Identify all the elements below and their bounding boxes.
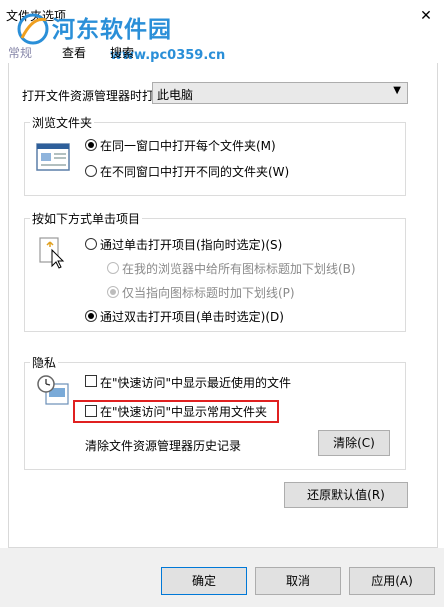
tab-general[interactable]: 常规: [8, 42, 58, 64]
privacy-title: 隐私: [30, 354, 59, 371]
radio-underline-all[interactable]: [107, 262, 119, 274]
same-window-label[interactable]: 在同一窗口中打开每个文件夹(M): [100, 137, 276, 154]
radio-underline-point[interactable]: [107, 286, 119, 298]
radio-single-click[interactable]: [85, 238, 97, 250]
tab-view[interactable]: 查看: [62, 42, 96, 64]
tab-search[interactable]: 搜索: [110, 42, 144, 64]
clear-history-label: 清除文件资源管理器历史记录: [85, 439, 242, 453]
browse-folders-title: 浏览文件夹: [30, 114, 95, 131]
open-explorer-select[interactable]: 此电脑 ▼: [152, 82, 408, 104]
recent-files-checkbox[interactable]: [85, 375, 97, 387]
frequent-folders-checkbox[interactable]: [85, 405, 97, 417]
new-window-label[interactable]: 在不同窗口中打开不同的文件夹(W): [100, 163, 289, 180]
recent-files-label[interactable]: 在"快速访问"中显示最近使用的文件: [100, 374, 291, 391]
watermark-title: 河东软件园: [52, 17, 172, 43]
clock-document-icon: [37, 375, 69, 405]
chevron-down-icon: ▼: [393, 85, 401, 96]
window-icon: [36, 143, 70, 171]
cancel-button[interactable]: 取消: [255, 567, 341, 595]
double-click-label[interactable]: 通过双击打开项目(单击时选定)(D): [100, 308, 284, 325]
restore-defaults-button[interactable]: 还原默认值(R): [284, 482, 408, 508]
browse-folders-group: [24, 122, 406, 196]
click-items-title: 按如下方式单击项目: [30, 210, 143, 227]
radio-same-window[interactable]: [85, 139, 97, 151]
open-explorer-label: 打开文件资源管理器时打: [22, 89, 155, 103]
underline-point-label[interactable]: 仅当指向图标标题时加下划线(P): [122, 284, 295, 301]
frequent-folders-label[interactable]: 在"快速访问"中显示常用文件夹: [100, 403, 267, 420]
radio-new-window[interactable]: [85, 165, 97, 177]
single-click-label[interactable]: 通过单击打开项目(指向时选定)(S): [100, 236, 282, 253]
clear-button[interactable]: 清除(C): [318, 430, 390, 456]
radio-double-click[interactable]: [85, 310, 97, 322]
underline-all-label[interactable]: 在我的浏览器中给所有图标标题加下划线(B): [122, 260, 356, 277]
pointer-click-icon: [39, 237, 65, 269]
ok-button[interactable]: 确定: [161, 567, 247, 595]
close-button[interactable]: ✕: [414, 6, 438, 26]
open-explorer-value: 此电脑: [157, 88, 194, 102]
apply-button[interactable]: 应用(A): [349, 567, 435, 595]
